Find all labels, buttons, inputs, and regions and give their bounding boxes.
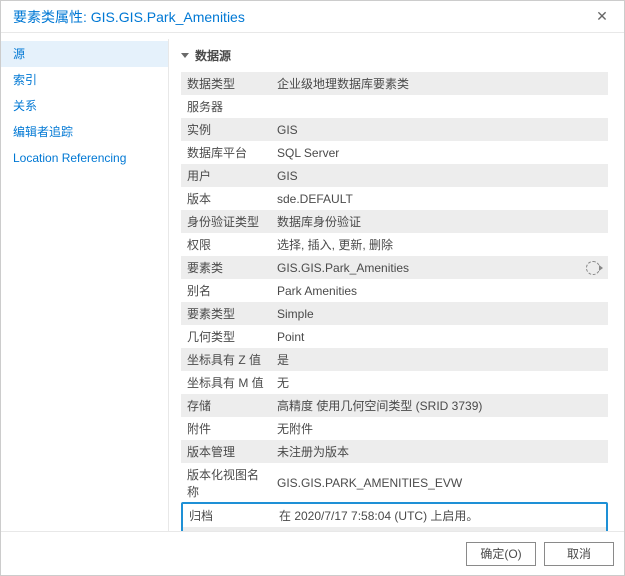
prop-label: 用户 [181,164,271,187]
prop-label: 要素类型 [181,302,271,325]
table-row: 别名Park Amenities [181,279,608,302]
sidebar-item-source[interactable]: 源 [1,41,168,67]
properties-table: 数据类型企业级地理数据库要素类 服务器 实例GIS 数据库平台SQL Serve… [181,72,608,503]
prop-value: Simple [271,302,608,325]
table-row: 归档在 2020/7/17 7:58:04 (UTC) 上启用。 [183,504,606,527]
table-row: 要素类 GIS.GIS.Park_Amenities [181,256,608,279]
prop-label: 坐标具有 M 值 [181,371,271,394]
title-prefix: 要素类属性: [13,9,91,25]
prop-label: 权限 [181,233,271,256]
prop-value [271,95,608,118]
prop-value: GIS.GIS.PARK_AMENITIES_EVW [271,463,608,503]
feature-class-properties-dialog: 要素类属性: GIS.GIS.Park_Amenities ✕ 源 索引 关系 … [0,0,625,576]
prop-label: 数据类型 [181,72,271,95]
prop-label: 几何类型 [181,325,271,348]
sidebar: 源 索引 关系 编辑者追踪 Location Referencing [1,39,169,531]
sidebar-item-relationships[interactable]: 关系 [1,93,168,119]
title-object: GIS.GIS.Park_Amenities [91,9,245,25]
sidebar-item-location-referencing[interactable]: Location Referencing [1,145,168,171]
prop-value: sde.DEFAULT [271,187,608,210]
prop-value: 在 2020/7/17 7:58:04 (UTC) 上启用。 [273,504,606,527]
table-row: 实例GIS [181,118,608,141]
prop-value: 无 [271,371,608,394]
table-row: 数据库平台SQL Server [181,141,608,164]
section-title: 数据源 [195,47,231,64]
prop-value: 企业级地理数据库要素类 [271,72,608,95]
table-row: 版本管理未注册为版本 [181,440,608,463]
sidebar-item-label: 关系 [13,99,37,113]
bottombar: 确定(O) 取消 [1,531,624,575]
prop-label: 数据库平台 [181,141,271,164]
prop-label: 别名 [181,279,271,302]
sidebar-item-label: 编辑者追踪 [13,125,73,139]
prop-value: GIS.GIS.Park_Amenities [271,256,608,279]
prop-label: 版本化视图名称 [181,463,271,503]
prop-value: Park Amenities [271,279,608,302]
main-panel: 数据源 数据类型企业级地理数据库要素类 服务器 实例GIS 数据库平台SQL S… [169,39,618,531]
prop-value: SQL Server [271,141,608,164]
cancel-button[interactable]: 取消 [544,542,614,566]
prop-value: GIS [271,164,608,187]
table-row: 要素类型Simple [181,302,608,325]
dialog-body: 源 索引 关系 编辑者追踪 Location Referencing 数据源 数… [1,33,624,531]
prop-label: 版本管理 [181,440,271,463]
table-row: 坐标具有 M 值无 [181,371,608,394]
table-row: 坐标具有 Z 值是 [181,348,608,371]
prop-value: 数据库身份验证 [271,210,608,233]
table-row: 版本sde.DEFAULT [181,187,608,210]
section-header-data-source[interactable]: 数据源 [181,47,608,64]
chevron-down-icon [181,53,189,58]
table-row: 数据类型企业级地理数据库要素类 [181,72,608,95]
prop-label: 实例 [181,118,271,141]
ok-button[interactable]: 确定(O) [466,542,536,566]
titlebar: 要素类属性: GIS.GIS.Park_Amenities ✕ [1,1,624,33]
close-icon[interactable]: ✕ [588,3,616,31]
prop-label: 附件 [181,417,271,440]
sidebar-item-label: 源 [13,47,25,61]
prop-label: 身份验证类型 [181,210,271,233]
prop-value-text: GIS.GIS.Park_Amenities [277,261,409,275]
prop-label: 坐标具有 Z 值 [181,348,271,371]
prop-value: 未注册为版本 [271,440,608,463]
prop-label: 要素类 [181,256,271,279]
table-row: 几何类型Point [181,325,608,348]
table-row: 服务器 [181,95,608,118]
sidebar-item-editor-tracking[interactable]: 编辑者追踪 [1,119,168,145]
prop-value: Point [271,325,608,348]
dialog-title: 要素类属性: GIS.GIS.Park_Amenities [13,7,588,27]
prop-label: 归档 [183,504,273,527]
table-row: 身份验证类型数据库身份验证 [181,210,608,233]
sidebar-item-index[interactable]: 索引 [1,67,168,93]
table-row: 存储高精度 使用几何空间类型 (SRID 3739) [181,394,608,417]
prop-label: 版本 [181,187,271,210]
goto-icon[interactable] [586,261,600,275]
table-row: 用户GIS [181,164,608,187]
sidebar-item-label: 索引 [13,73,37,87]
sidebar-item-label: Location Referencing [13,151,126,165]
table-row: 版本化视图名称GIS.GIS.PARK_AMENITIES_EVW [181,463,608,503]
prop-value: 无附件 [271,417,608,440]
prop-value: 选择, 插入, 更新, 删除 [271,233,608,256]
prop-value: GIS [271,118,608,141]
table-row: 权限选择, 插入, 更新, 删除 [181,233,608,256]
prop-value: 是 [271,348,608,371]
prop-label: 服务器 [181,95,271,118]
highlight-archive-block: 归档在 2020/7/17 7:58:04 (UTC) 上启用。 存档名称GIS… [181,502,608,531]
prop-label: 存储 [181,394,271,417]
table-row: 附件无附件 [181,417,608,440]
prop-value: 高精度 使用几何空间类型 (SRID 3739) [271,394,608,417]
